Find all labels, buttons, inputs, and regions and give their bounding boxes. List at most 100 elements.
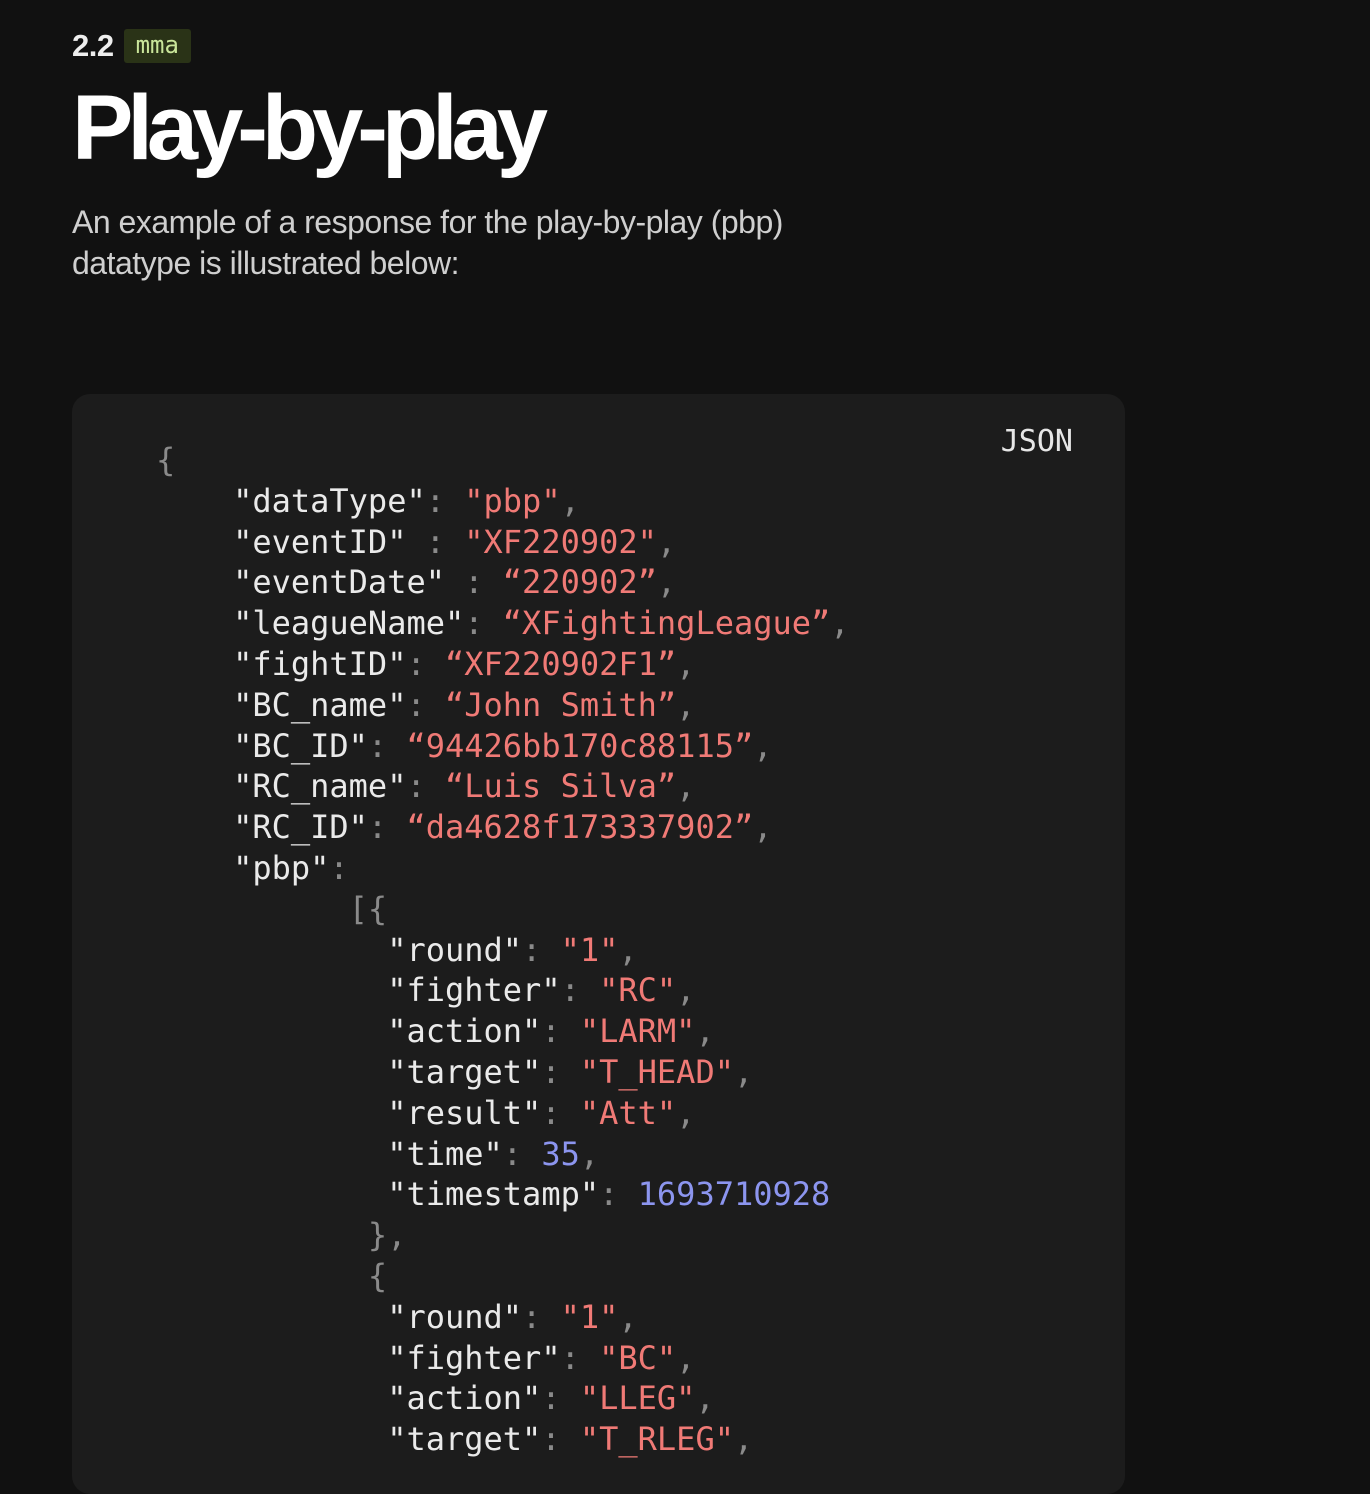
intro-text: An example of a response for the play-by… bbox=[72, 204, 783, 281]
code-number: 1693710928 bbox=[637, 1175, 831, 1214]
code-line: "fighter": "BC", bbox=[156, 1338, 850, 1379]
code-punctuation: , bbox=[676, 1338, 696, 1377]
code-punctuation bbox=[156, 1094, 387, 1132]
code-line: "result": "Att", bbox=[156, 1093, 850, 1134]
code-key: "BC_name" bbox=[233, 685, 407, 724]
code-punctuation: : bbox=[406, 767, 445, 806]
code-key: "fighter" bbox=[387, 971, 561, 1010]
code-line: "RC_ID": “da4628f173337902”, bbox=[156, 807, 850, 848]
code-punctuation: , bbox=[656, 522, 677, 561]
code-punctuation bbox=[156, 482, 233, 520]
code-key: "timestamp" bbox=[387, 1175, 600, 1214]
code-punctuation bbox=[156, 604, 233, 642]
code-punctuation bbox=[156, 1420, 387, 1458]
code-key: "BC_ID" bbox=[233, 726, 368, 765]
code-key: "eventID" bbox=[233, 522, 407, 561]
code-punctuation bbox=[156, 1379, 387, 1417]
code-punctuation: , bbox=[830, 604, 850, 643]
code-key: "target" bbox=[387, 1052, 542, 1091]
code-line: "fightID": “XF220902F1”, bbox=[156, 644, 850, 685]
code-punctuation: , bbox=[618, 1297, 638, 1336]
code-punctuation bbox=[156, 1175, 387, 1213]
code-key: "action" bbox=[387, 1012, 542, 1051]
code-punctuation: [{ bbox=[156, 889, 388, 928]
section-header: 2.2 mma bbox=[72, 28, 191, 64]
code-punctuation bbox=[156, 727, 233, 765]
code-punctuation: }, bbox=[156, 1216, 407, 1255]
code-punctuation bbox=[156, 767, 233, 805]
code-key: "action" bbox=[387, 1379, 542, 1418]
code-line: "action": "LLEG", bbox=[156, 1378, 850, 1419]
code-key: "fightID" bbox=[233, 644, 407, 683]
code-line: "BC_ID": “94426bb170c88115”, bbox=[156, 726, 850, 767]
code-punctuation: : bbox=[522, 1297, 561, 1336]
code-punctuation: , bbox=[676, 971, 696, 1010]
code-line: "dataType": "pbp", bbox=[156, 481, 850, 522]
code-key: "round" bbox=[387, 1297, 523, 1336]
code-punctuation: , bbox=[560, 481, 580, 520]
code-punctuation: , bbox=[579, 1134, 600, 1173]
code-punctuation: : bbox=[541, 1052, 580, 1091]
code-line: "time": 35, bbox=[156, 1134, 850, 1175]
code-punctuation: : bbox=[541, 1420, 580, 1459]
section-tag: mma bbox=[123, 29, 191, 63]
code-punctuation: , bbox=[676, 767, 696, 806]
code-punctuation bbox=[156, 931, 387, 969]
code-punctuation: , bbox=[753, 808, 773, 847]
code-line: "round": "1", bbox=[156, 1297, 850, 1338]
code-key: "result" bbox=[387, 1093, 542, 1132]
code-string: "Att" bbox=[579, 1093, 677, 1132]
code-punctuation: : bbox=[425, 481, 465, 520]
code-punctuation bbox=[156, 686, 233, 724]
code-punctuation bbox=[156, 1012, 387, 1050]
code-line: "timestamp": 1693710928 bbox=[156, 1174, 850, 1215]
code-line: "action": "LARM", bbox=[156, 1011, 850, 1052]
code-punctuation bbox=[156, 1298, 387, 1336]
code-punctuation: : bbox=[560, 971, 600, 1010]
code-string: "LLEG" bbox=[579, 1379, 696, 1418]
code-key: "RC_ID" bbox=[233, 808, 368, 847]
code-punctuation: , bbox=[753, 726, 773, 765]
code-key: "RC_name" bbox=[233, 767, 407, 806]
code-line: "BC_name": “John Smith”, bbox=[156, 685, 850, 726]
code-punctuation: { bbox=[156, 1256, 388, 1295]
code-line: { bbox=[156, 440, 850, 481]
code-block[interactable]: JSON { "dataType": "pbp", "eventID" : "X… bbox=[72, 394, 1125, 1494]
code-punctuation: : bbox=[502, 1134, 542, 1173]
code-line: }, bbox=[156, 1215, 850, 1256]
section-number: 2.2 bbox=[72, 28, 114, 63]
code-punctuation: : bbox=[464, 604, 503, 643]
code-line: [{ bbox=[156, 889, 850, 930]
code-punctuation: : bbox=[406, 644, 445, 683]
code-key: "round" bbox=[387, 930, 523, 969]
code-line: "eventDate" : “220902”, bbox=[156, 562, 850, 603]
code-key: "pbp" bbox=[233, 848, 330, 887]
code-string: “94426bb170c88115” bbox=[406, 726, 754, 765]
code-punctuation: : bbox=[444, 563, 503, 602]
code-key: "dataType" bbox=[233, 481, 426, 520]
code-string: "pbp" bbox=[464, 481, 561, 520]
code-line: "target": "T_HEAD", bbox=[156, 1052, 850, 1093]
code-string: “da4628f173337902” bbox=[406, 808, 754, 847]
code-string: "T_HEAD" bbox=[579, 1052, 734, 1091]
page-title: Play-by-play bbox=[72, 77, 548, 179]
code-string: "XF220902" bbox=[464, 522, 657, 561]
code-punctuation: , bbox=[695, 1012, 715, 1051]
code-punctuation bbox=[156, 849, 233, 887]
code-punctuation: , bbox=[733, 1420, 754, 1459]
code-string: "BC" bbox=[599, 1338, 677, 1377]
code-punctuation bbox=[156, 523, 233, 561]
code-punctuation bbox=[156, 971, 387, 1009]
code-punctuation: : bbox=[541, 1012, 580, 1051]
code-string: “XF220902F1” bbox=[444, 644, 677, 683]
code-language-label: JSON bbox=[1000, 424, 1073, 459]
code-key: "fighter" bbox=[387, 1338, 561, 1377]
code-punctuation bbox=[156, 808, 233, 846]
code-punctuation: : bbox=[367, 726, 407, 765]
code-key: "eventDate" bbox=[233, 563, 445, 602]
code-content[interactable]: { "dataType": "pbp", "eventID" : "XF2209… bbox=[156, 440, 850, 1460]
code-line: "fighter": "RC", bbox=[156, 970, 850, 1011]
code-line: "target": "T_RLEG", bbox=[156, 1419, 850, 1460]
code-punctuation: : bbox=[406, 685, 445, 724]
code-string: "RC" bbox=[599, 971, 677, 1010]
